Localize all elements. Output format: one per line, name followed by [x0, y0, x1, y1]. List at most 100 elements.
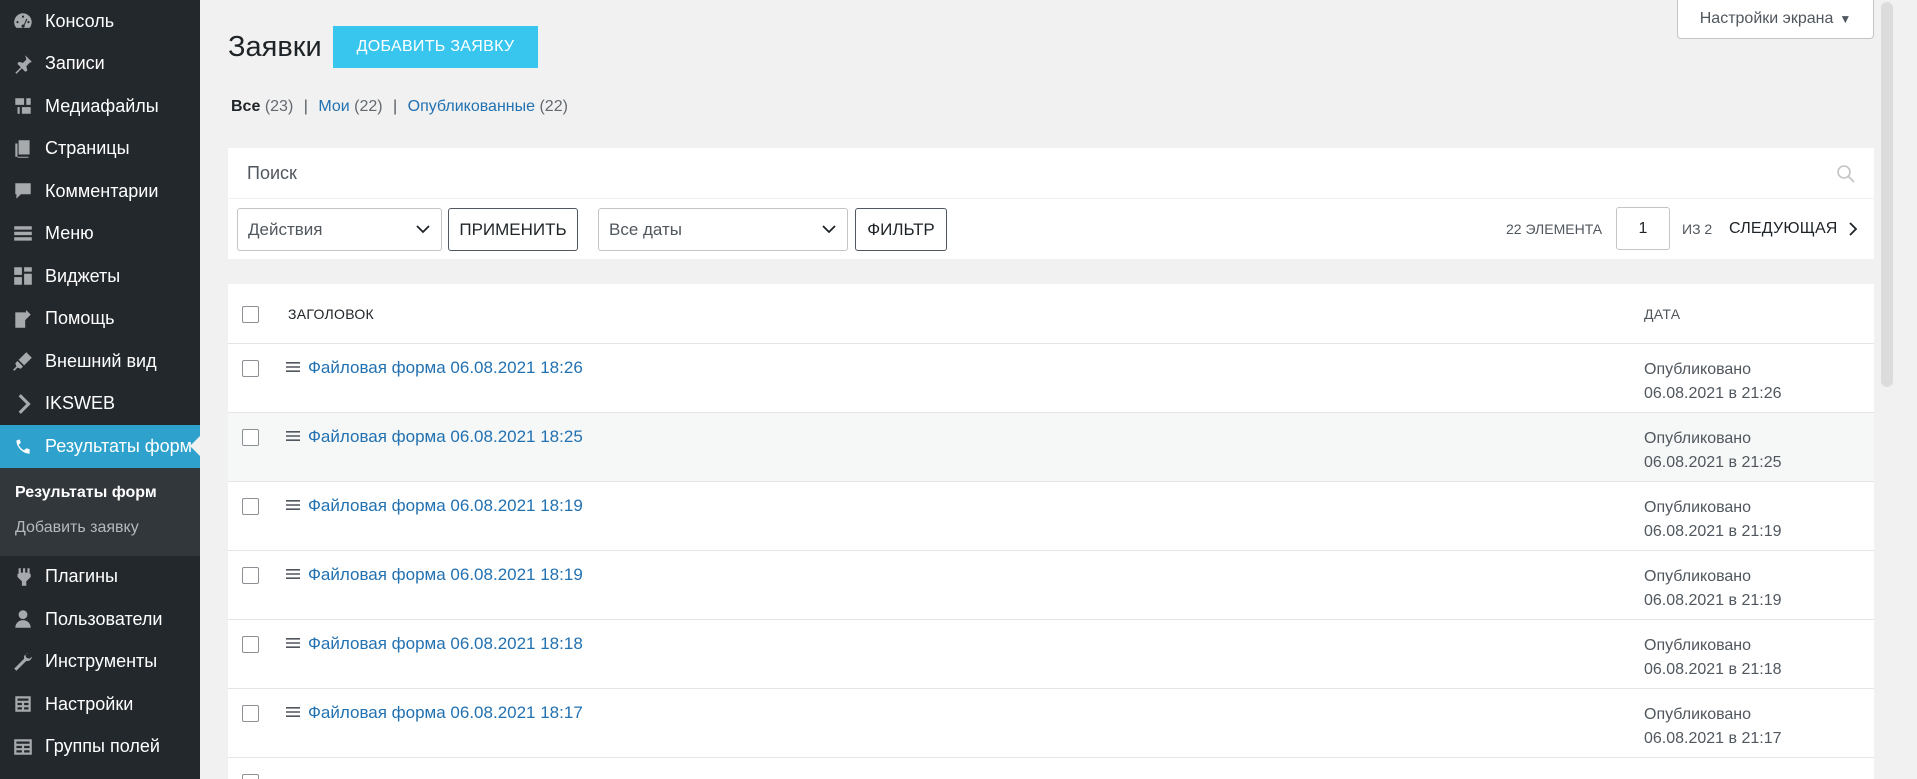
sidebar-item-label: Инструменты: [45, 651, 158, 672]
table-row: Файловая форма 06.08.2021 18:19 Опублико…: [228, 482, 1874, 551]
sidebar-item-comments[interactable]: Комментарии: [0, 170, 200, 213]
row-title-link[interactable]: Файловая форма 06.08.2021 18:17: [308, 703, 583, 723]
row-date: 06.08.2021 в 21:19: [1644, 523, 1782, 540]
submenu-item-form-results[interactable]: Результаты форм: [0, 476, 200, 511]
column-date-header[interactable]: ДАТА: [1644, 306, 1680, 322]
row-status: Опубликовано: [1644, 430, 1752, 447]
add-request-button[interactable]: ДОБАВИТЬ ЗАЯВКУ: [332, 26, 539, 68]
submenu-item-add-request[interactable]: Добавить заявку: [0, 511, 200, 546]
row-status: Опубликовано: [1644, 637, 1752, 654]
sidebar-item-label: IKSWEB: [45, 393, 116, 414]
widgets-icon: [12, 265, 34, 287]
sidebar-item-console[interactable]: Консоль: [0, 0, 200, 43]
date-filter-value: Все даты: [609, 219, 683, 239]
drag-handle-icon[interactable]: [285, 359, 301, 375]
drag-handle-icon[interactable]: [285, 497, 301, 513]
drag-handle-icon[interactable]: [285, 704, 301, 720]
filter-mine-link[interactable]: Мои: [318, 98, 349, 115]
sidebar-item-widgets[interactable]: Виджеты: [0, 255, 200, 298]
filter-published-count: (22): [539, 98, 568, 115]
sidebar-item-label: Внешний вид: [45, 350, 157, 371]
row-date-cell: Опубликовано 06.08.2021 в 21:26: [1644, 358, 1782, 406]
row-title-link[interactable]: Файловая форма 06.08.2021 18:18: [308, 634, 583, 654]
row-checkbox[interactable]: [242, 498, 259, 515]
row-date: 06.08.2021 в 21:18: [1644, 661, 1782, 678]
next-page-button[interactable]: СЛЕДУЮЩАЯ: [1729, 220, 1858, 238]
comment-icon: [12, 180, 34, 202]
drag-handle-icon[interactable]: [285, 566, 301, 582]
row-checkbox[interactable]: [242, 705, 259, 722]
bulk-actions-value: Действия: [248, 219, 323, 239]
sidebar-item-label: Настройки: [45, 693, 134, 714]
sidebar-item-label: Плагины: [45, 566, 118, 587]
sidebar-item-iksweb[interactable]: IKSWEB: [0, 383, 200, 426]
page-scrollbar[interactable]: [1877, 0, 1897, 779]
row-title-link[interactable]: Файловая форма 06.08.2021 18:25: [308, 427, 583, 447]
chevron-right-icon: [12, 393, 34, 415]
search-icon[interactable]: [1836, 164, 1856, 184]
sidebar-item-menu[interactable]: Меню: [0, 213, 200, 256]
fields-icon: [12, 736, 34, 758]
sidebar-item-tools[interactable]: Инструменты: [0, 641, 200, 684]
next-page-label: СЛЕДУЮЩАЯ: [1729, 220, 1838, 237]
brush-icon: [12, 350, 34, 372]
row-checkbox[interactable]: [242, 774, 259, 779]
sidebar-item-settings[interactable]: Настройки: [0, 683, 200, 726]
sidebar-item-media[interactable]: Медиафайлы: [0, 85, 200, 128]
bulk-actions-select[interactable]: Действия: [237, 208, 442, 251]
row-date-cell: Опубликовано 06.08.2021 в 21:18: [1644, 634, 1782, 682]
date-filter-select[interactable]: Все даты: [598, 208, 848, 251]
sidebar-item-pages[interactable]: Страницы: [0, 128, 200, 171]
sidebar-item-users[interactable]: Пользователи: [0, 598, 200, 641]
screen-options-button[interactable]: Настройки экрана ▼: [1677, 0, 1874, 39]
pin-icon: [12, 53, 34, 75]
table-row-partial: [228, 758, 1874, 779]
row-status: Опубликовано: [1644, 706, 1752, 723]
sidebar-item-posts[interactable]: Записи: [0, 43, 200, 86]
drag-handle-icon[interactable]: [285, 428, 301, 444]
sidebar-item-plugins[interactable]: Плагины: [0, 556, 200, 599]
requests-table: ЗАГОЛОВОК ДАТА Файловая форма 06.08.2021…: [228, 284, 1874, 779]
menu-list-icon: [12, 223, 34, 245]
sidebar-item-label: Помощь: [45, 308, 115, 329]
sidebar-item-appearance[interactable]: Внешний вид: [0, 340, 200, 383]
chevron-right-icon: [1848, 222, 1857, 236]
drag-handle-icon[interactable]: [285, 635, 301, 651]
current-page-input[interactable]: [1616, 207, 1670, 250]
row-checkbox[interactable]: [242, 429, 259, 446]
row-checkbox[interactable]: [242, 636, 259, 653]
sidebar-item-help[interactable]: Помощь: [0, 298, 200, 341]
table-header: ЗАГОЛОВОК ДАТА: [228, 284, 1874, 344]
scrollbar-thumb[interactable]: [1881, 2, 1893, 387]
sidebar-item-field-groups[interactable]: Группы полей: [0, 726, 200, 769]
filter-published-link[interactable]: Опубликованные: [408, 98, 535, 115]
filter-button[interactable]: ФИЛЬТР: [855, 208, 947, 251]
search-input[interactable]: [228, 148, 1808, 198]
filter-all-label[interactable]: Все: [231, 98, 260, 115]
table-row: Файловая форма 06.08.2021 18:26 Опублико…: [228, 344, 1874, 413]
chevron-down-icon: [822, 225, 836, 234]
filter-separator: |: [393, 98, 398, 115]
row-status: Опубликовано: [1644, 361, 1752, 378]
row-status: Опубликовано: [1644, 499, 1752, 516]
phone-icon: [12, 435, 34, 457]
row-checkbox[interactable]: [242, 360, 259, 377]
table-row: Файловая форма 06.08.2021 18:17 Опублико…: [228, 689, 1874, 758]
row-date-cell: Опубликовано 06.08.2021 в 21:19: [1644, 565, 1782, 613]
column-title-header[interactable]: ЗАГОЛОВОК: [288, 306, 374, 322]
caret-down-icon: ▼: [1839, 12, 1852, 26]
table-row: Файловая форма 06.08.2021 18:25 Опублико…: [228, 413, 1874, 482]
plugin-icon: [12, 566, 34, 588]
screen-options-label: Настройки экрана: [1699, 10, 1834, 27]
row-title-link[interactable]: Файловая форма 06.08.2021 18:19: [308, 565, 583, 585]
row-title-link[interactable]: Файловая форма 06.08.2021 18:19: [308, 496, 583, 516]
apply-button[interactable]: ПРИМЕНИТЬ: [448, 208, 578, 251]
pages-icon: [12, 138, 34, 160]
row-checkbox[interactable]: [242, 567, 259, 584]
sidebar-item-label: Комментарии: [45, 180, 159, 201]
table-navigation: Действия ПРИМЕНИТЬ Все даты ФИЛЬТР 22 ЭЛ…: [228, 199, 1874, 259]
sidebar-item-form-results[interactable]: Результаты форм: [0, 425, 200, 468]
select-all-checkbox[interactable]: [242, 306, 259, 323]
row-title-link[interactable]: Файловая форма 06.08.2021 18:26: [308, 358, 583, 378]
search-box: [228, 148, 1874, 199]
